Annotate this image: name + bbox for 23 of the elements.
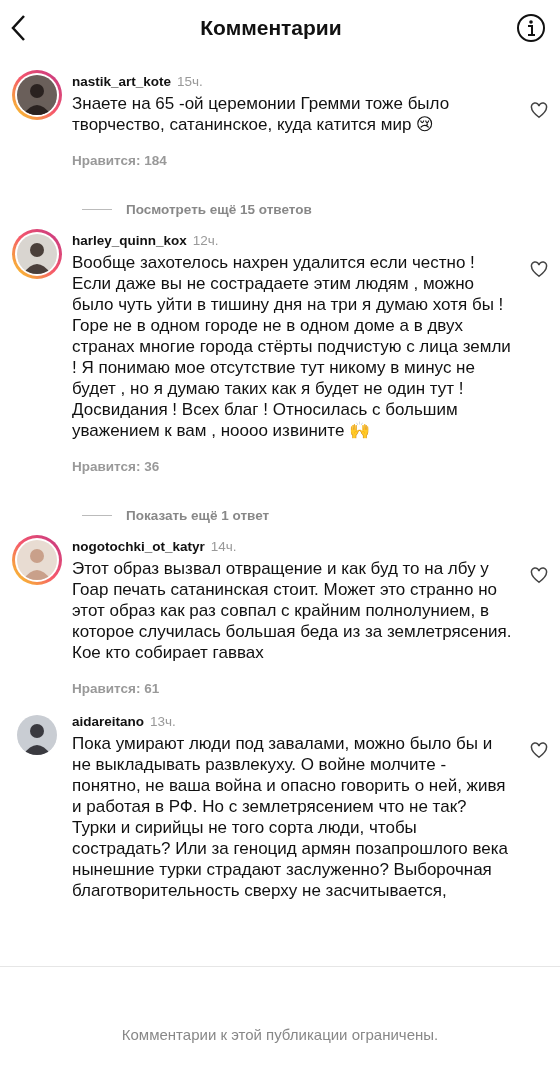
back-icon[interactable]	[10, 14, 26, 42]
username[interactable]: nogotochki_ot_katyr	[72, 539, 205, 554]
avatar-ring[interactable]	[12, 229, 62, 279]
comment-text: Пока умирают люди под завалами, можно было бы и не выкладывать развлекуху. О войне молчите - понятно, не ваша война и опасно говорить о ней, живя и работая в РФ. Но с землетрясением что не так? Турки и сирийцы не того сорта люди, чтобы сострадать? Или за геноцид армян позапрошлого века нынешние турки страдают заслуженно? Выборочная благотворительность сверху не засчитывается,	[72, 733, 509, 901]
comment-text: Этот образ вызвал отвращение и как буд то на лбу у Гоар печать сатанинская стоит. Может это странно но этот образ как раз совпал с крайним полнолунием, в которое случилась большая беда из за землетрясения. Кое кто собирает гаввах	[72, 558, 512, 663]
view-replies-link[interactable]: Посмотреть ещё 15 ответов	[126, 202, 312, 217]
page-title: Комментарии	[200, 16, 342, 40]
likes-count[interactable]: Нравится: 61	[72, 681, 160, 696]
comment-time: 15ч.	[177, 74, 203, 89]
username[interactable]: aidareitano	[72, 714, 145, 729]
comment-time: 14ч.	[210, 539, 237, 554]
username[interactable]: harley_quinn_kox	[72, 233, 187, 248]
info-icon[interactable]	[516, 13, 546, 43]
username[interactable]: nastik_art_kote	[72, 74, 172, 89]
comment-text: Знаете на 65 -ой церемонии Гремми тоже было творчество, сатанинское, куда катится мир 😢	[72, 93, 451, 135]
comment-time: 13ч.	[150, 714, 176, 729]
likes-count[interactable]: Нравится: 36	[72, 459, 160, 474]
comments-restricted-notice: Комментарии к этой публикации ограничены.	[121, 1026, 439, 1043]
likes-count[interactable]: Нравится: 184	[72, 153, 167, 168]
view-replies-link[interactable]: Показать ещё 1 ответ	[126, 508, 270, 523]
comment-text: Вообще захотелось нахрен удалится если честно ! Если даже вы не сострадаете этим людям , можно было чуть уйти в тишину дня на три я думаю хотя бы ! Горе не в одном городе не в одном доме а в двух странах многие города стёрты подчистую с лица земли ! Я понимаю мое отсутствие тут никому в минус не будет , но я думаю таких как я будет не один тут ! Досвидания ! Всех благ ! Относилась с большим уважением к вам , ноооо извините 🙌	[72, 252, 512, 441]
comment-time: 12ч.	[192, 233, 219, 248]
avatar-ring[interactable]	[12, 70, 62, 120]
